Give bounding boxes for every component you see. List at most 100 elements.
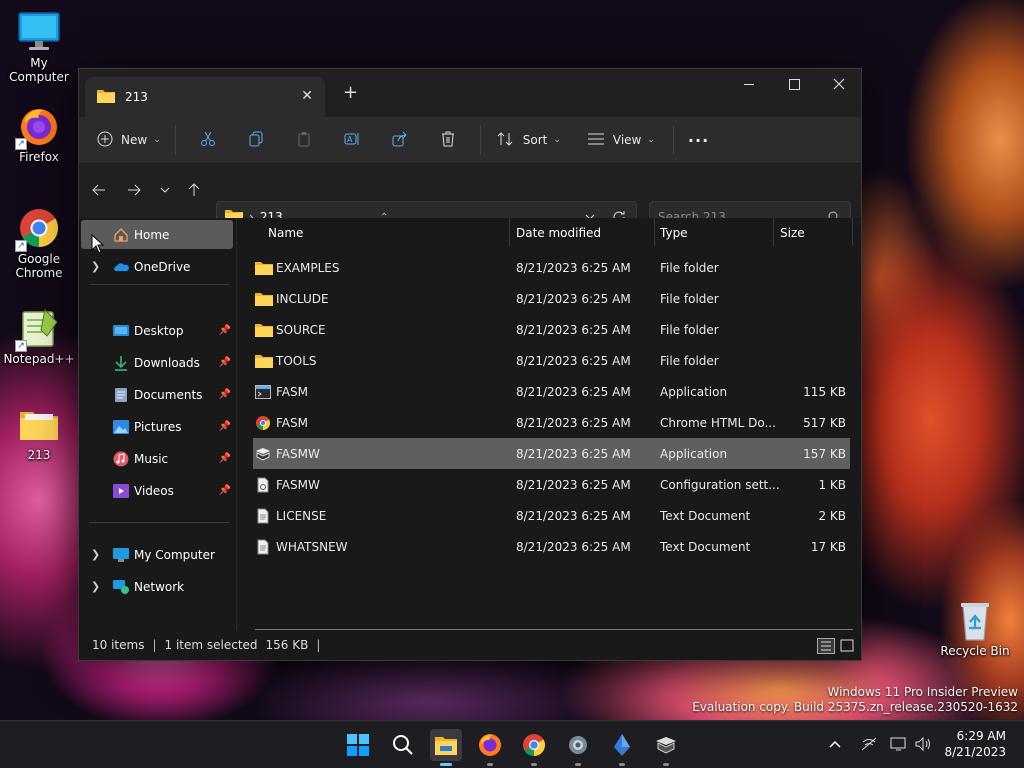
rename-button[interactable]: A	[328, 124, 376, 156]
desktop-folder-icon	[113, 323, 129, 339]
chevron-down-icon	[160, 187, 170, 193]
file-date: 8/21/2023 6:25 AM	[516, 322, 631, 337]
forward-button[interactable]	[122, 178, 146, 202]
up-button[interactable]	[182, 178, 206, 202]
column-header-name[interactable]: Name	[268, 218, 508, 248]
view-list-icon	[587, 132, 605, 149]
file-row[interactable]: INCLUDE 8/21/2023 6:25 AM File folder	[253, 283, 850, 314]
tab-213[interactable]: 213 ✕	[85, 77, 325, 117]
taskbar-settings[interactable]	[562, 729, 594, 766]
nav-item-desktop[interactable]: Desktop 📌	[81, 316, 233, 345]
view-button[interactable]: View ⌄	[587, 124, 655, 156]
file-date: 8/21/2023 6:25 AM	[516, 353, 631, 368]
pin-icon: 📌	[218, 357, 231, 368]
maximize-button[interactable]	[771, 69, 817, 99]
column-divider[interactable]	[773, 218, 774, 246]
file-row[interactable]: FASM 8/21/2023 6:25 AM Application 115 KB	[253, 376, 850, 407]
text-file-icon	[255, 531, 271, 562]
chevron-right-icon[interactable]: ❯	[91, 260, 100, 273]
download-arrow-icon	[113, 355, 129, 371]
file-row[interactable]: FASM 8/21/2023 6:25 AM Chrome HTML Do... 51…	[253, 407, 850, 438]
taskbar-app-crystal[interactable]	[606, 729, 638, 766]
desktop-icon-firefox[interactable]: ↗ Firefox	[1, 104, 77, 164]
file-row[interactable]: FASMW 8/21/2023 6:25 AM Application 157 KB	[253, 438, 850, 469]
system-tray	[828, 721, 932, 768]
display-monitor-icon[interactable]	[890, 736, 908, 755]
details-view-toggle[interactable]	[817, 638, 835, 654]
chevron-up-icon[interactable]	[828, 738, 848, 752]
nav-item-my-computer[interactable]: ❯ My Computer	[81, 540, 233, 569]
share-button[interactable]	[376, 124, 424, 156]
file-row[interactable]: LICENSE 8/21/2023 6:25 AM Text Document 2 K…	[253, 500, 850, 531]
tiles-view-toggle[interactable]	[839, 638, 855, 654]
minimize-button[interactable]	[726, 69, 772, 99]
file-size: 115 KB	[803, 384, 846, 399]
recent-locations-button[interactable]	[153, 178, 177, 202]
desktop-icon-label: Firefox	[19, 150, 59, 164]
file-row[interactable]: WHATSNEW 8/21/2023 6:25 AM Text Document 17…	[253, 531, 850, 562]
file-name: SOURCE	[276, 322, 326, 337]
clipboard-icon	[296, 131, 312, 150]
taskbar-search-button[interactable]	[387, 729, 419, 761]
file-row[interactable]: SOURCE 8/21/2023 6:25 AM File folder	[253, 314, 850, 345]
nav-item-documents[interactable]: Documents 📌	[81, 380, 233, 409]
desktop-icon-recycle-bin[interactable]: Recycle Bin	[937, 598, 1013, 658]
gear-icon	[569, 736, 587, 754]
column-divider[interactable]	[654, 218, 655, 246]
desktop-icon-google-chrome[interactable]: ↗ Google Chrome	[1, 206, 77, 280]
nav-item-pictures[interactable]: Pictures 📌	[81, 412, 233, 441]
paste-button[interactable]	[280, 124, 328, 156]
start-button[interactable]	[342, 729, 374, 761]
chevron-right-icon[interactable]: ❯	[91, 580, 100, 593]
cut-button[interactable]	[184, 124, 232, 156]
nav-item-label: Downloads	[134, 355, 200, 370]
nav-item-videos[interactable]: Videos 📌	[81, 476, 233, 505]
desktop-icon-my-computer[interactable]: My Computer	[1, 10, 77, 84]
column-divider[interactable]	[509, 218, 510, 246]
column-header-size[interactable]: Size	[780, 218, 850, 248]
nav-item-network[interactable]: ❯ Network	[81, 572, 233, 601]
file-row[interactable]: FASMW 8/21/2023 6:25 AM Configuration sett…	[253, 469, 850, 500]
new-tab-button[interactable]: +	[343, 82, 358, 103]
nav-item-music[interactable]: Music 📌	[81, 444, 233, 473]
firefox-icon	[479, 734, 501, 756]
network-disconnected-icon[interactable]	[860, 736, 878, 755]
nav-item-downloads[interactable]: Downloads 📌	[81, 348, 233, 377]
sort-button[interactable]: Sort ⌄	[497, 124, 561, 156]
shortcut-arrow-icon: ↗	[15, 340, 27, 352]
taskbar-clock[interactable]: 6:29 AM 8/21/2023	[944, 728, 1006, 760]
file-name: INCLUDE	[276, 291, 329, 306]
file-type: Text Document	[660, 508, 751, 523]
taskbar-fasmw[interactable]	[650, 729, 682, 766]
desktop-icon-notepadpp[interactable]: ↗ Notepad++	[1, 306, 77, 366]
folder-icon	[255, 345, 273, 376]
toolbar-divider	[479, 126, 481, 154]
column-header-type[interactable]: Type	[660, 218, 770, 248]
close-window-button[interactable]	[816, 69, 862, 99]
desktop-icon-213[interactable]: 213	[1, 402, 77, 462]
pin-icon: 📌	[218, 421, 231, 432]
config-file-icon	[255, 469, 271, 500]
file-row[interactable]: TOOLS 8/21/2023 6:25 AM File folder	[253, 345, 850, 376]
copy-button[interactable]	[232, 124, 280, 156]
see-more-button[interactable]: ···	[688, 124, 709, 156]
taskbar-firefox[interactable]	[474, 729, 506, 766]
column-header-label: Date modified	[516, 226, 602, 240]
column-divider[interactable]	[852, 218, 853, 246]
taskbar-chrome[interactable]	[518, 729, 550, 766]
file-type: Application	[660, 384, 728, 399]
plus-circle-icon	[97, 131, 113, 150]
chevron-right-icon[interactable]: ❯	[91, 548, 100, 561]
column-header-date-modified[interactable]: Date modified	[516, 218, 654, 248]
volume-icon[interactable]	[914, 736, 932, 755]
new-button[interactable]: New ⌄	[97, 124, 161, 156]
file-row[interactable]: EXAMPLES 8/21/2023 6:25 AM File folder	[253, 252, 850, 283]
notepadpp-icon: ↗	[15, 306, 61, 352]
sort-icon	[497, 131, 515, 150]
back-button[interactable]	[87, 178, 111, 202]
pin-icon: 📌	[218, 453, 231, 464]
delete-button[interactable]	[424, 124, 472, 156]
clock-date: 8/21/2023	[944, 745, 1006, 759]
close-tab-icon[interactable]: ✕	[301, 88, 313, 104]
taskbar-file-explorer[interactable]	[430, 729, 462, 766]
